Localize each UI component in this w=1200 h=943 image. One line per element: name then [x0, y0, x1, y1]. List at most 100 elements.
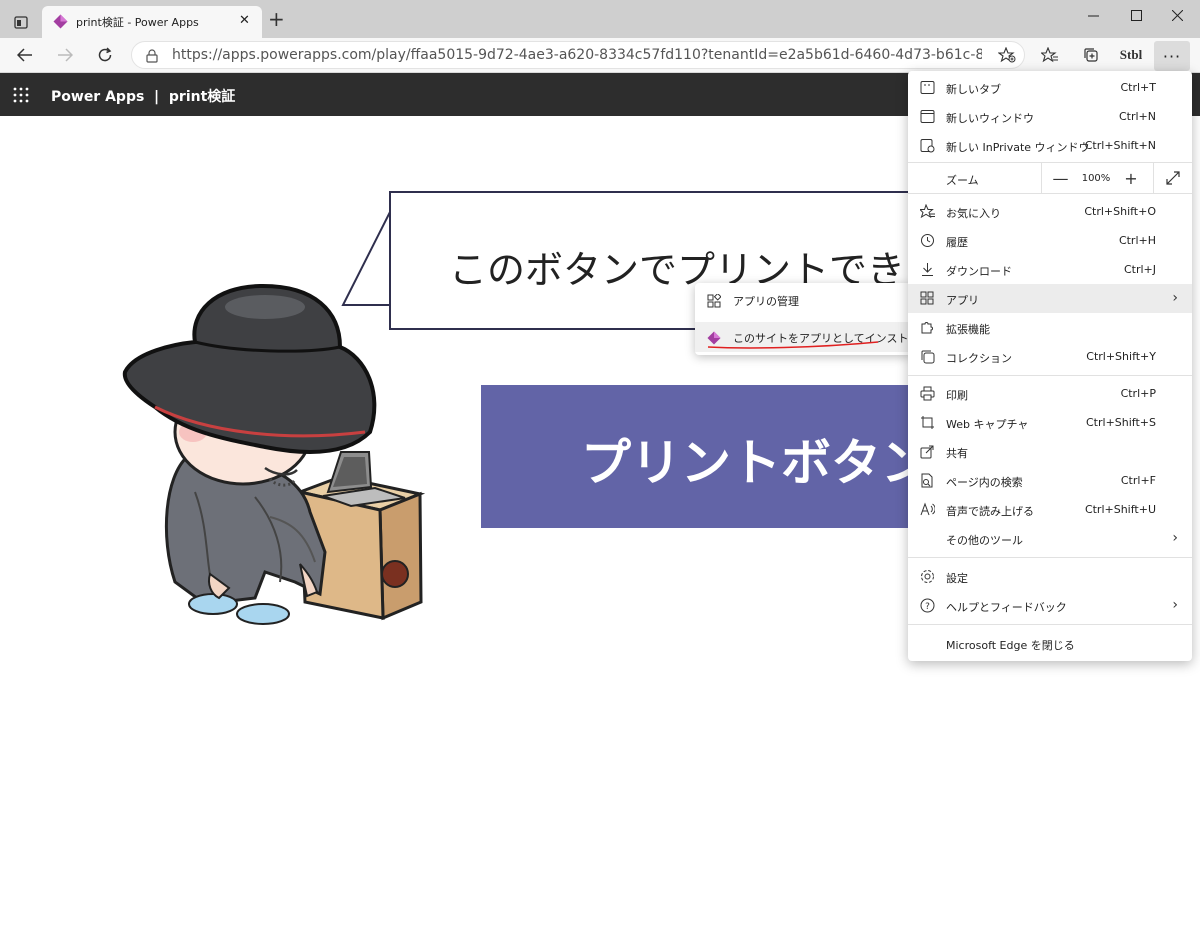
bucket-hat: [122, 283, 377, 454]
find-icon: [920, 473, 935, 488]
favorites-icon: [918, 203, 935, 219]
laptop: [322, 451, 406, 508]
menu-item-shortcut: Ctrl+H: [1118, 234, 1156, 247]
menu-item-label: コレクション: [946, 352, 1012, 365]
menu-item-shortcut: Ctrl+N: [1118, 110, 1156, 123]
menu-item-shortcut: Ctrl+P: [1120, 387, 1156, 400]
app-launcher-icon[interactable]: [13, 87, 29, 103]
extension-label: Stbl: [1119, 47, 1143, 62]
menu-item-extensions[interactable]: 拡張機能: [908, 313, 1192, 342]
menu-item-label: 共有: [946, 447, 968, 460]
menu-item-print[interactable]: 印刷 Ctrl+P: [908, 379, 1192, 408]
menu-item-downloads[interactable]: ダウンロード Ctrl+J: [908, 255, 1192, 284]
menu-item-apps[interactable]: アプリ ›: [908, 284, 1192, 313]
menu-item-settings[interactable]: 設定: [908, 562, 1192, 591]
menu-item-shortcut: Ctrl+Shift+Y: [1086, 350, 1156, 363]
menu-item-label: 新しいタブ: [946, 83, 1001, 96]
tab-active[interactable]: print検証 - Power Apps ✕: [42, 6, 262, 38]
new-window-icon: [920, 109, 935, 124]
menu-item-shortcut: Ctrl+T: [1120, 81, 1156, 94]
url-text: https://apps.powerapps.com/play/ffaa5015…: [172, 47, 982, 63]
new-tab-icon: [920, 80, 935, 95]
character-illustration: [122, 283, 426, 625]
menu-item-label: ダウンロード: [946, 265, 1012, 278]
address-bar[interactable]: https://apps.powerapps.com/play/ffaa5015…: [131, 41, 1025, 69]
menu-separator: [908, 375, 1192, 376]
menu-item-label: 新しい InPrivate ウィンドウ: [946, 141, 1090, 154]
minimize-icon[interactable]: [1070, 0, 1116, 30]
extension-stbl-icon[interactable]: Stbl: [1117, 42, 1145, 68]
menu-item-share[interactable]: 共有: [908, 437, 1192, 466]
tab-close-icon[interactable]: ✕: [239, 13, 250, 28]
menu-item-favorites[interactable]: お気に入り Ctrl+Shift+O: [908, 197, 1192, 226]
tab-title: print検証 - Power Apps: [76, 16, 199, 29]
tab-actions-icon[interactable]: [14, 14, 28, 29]
new-tab-button[interactable]: +: [268, 9, 285, 29]
print-button[interactable]: プリントボタン: [481, 385, 951, 528]
window-close-icon[interactable]: [1154, 0, 1200, 30]
menu-item-new-inprivate-window[interactable]: 新しい InPrivate ウィンドウ Ctrl+Shift+N: [908, 131, 1192, 160]
menu-item-find-on-page[interactable]: ページ内の検索 Ctrl+F: [908, 466, 1192, 495]
svg-text:?: ?: [925, 602, 930, 612]
submenu-item-label: アプリの管理: [733, 295, 799, 308]
tab-strip: print検証 - Power Apps ✕ +: [0, 0, 1200, 38]
add-favorite-icon[interactable]: [997, 46, 1016, 67]
refresh-button[interactable]: [90, 41, 120, 69]
inprivate-icon: [920, 138, 935, 153]
menu-item-read-aloud[interactable]: 音声で読み上げる Ctrl+Shift+U: [908, 495, 1192, 524]
chevron-right-icon: ›: [1172, 290, 1178, 306]
menu-item-label: 印刷: [946, 389, 968, 402]
back-button[interactable]: [10, 41, 40, 69]
menu-item-more-tools[interactable]: その他のツール ›: [908, 524, 1192, 553]
submenu-item-manage-apps[interactable]: アプリの管理: [695, 285, 912, 315]
collections-icon: [920, 349, 935, 364]
read-aloud-icon: [920, 502, 936, 517]
history-icon: [920, 233, 935, 248]
zoom-in-button[interactable]: +: [1113, 163, 1149, 193]
favorites-bar-icon[interactable]: [1036, 42, 1064, 68]
settings-icon: [920, 569, 935, 584]
collections-toolbar-icon[interactable]: [1077, 42, 1105, 68]
apps-icon: [920, 291, 935, 306]
help-icon: ?: [920, 598, 935, 613]
settings-and-more-menu: 新しいタブ Ctrl+T 新しいウィンドウ Ctrl+N 新しい InPriva…: [908, 71, 1192, 661]
menu-item-label: その他のツール: [946, 534, 1023, 547]
menu-item-shortcut: Ctrl+J: [1123, 263, 1156, 276]
menu-separator: [908, 193, 1192, 194]
menu-item-label: 音声で読み上げる: [946, 505, 1034, 518]
menu-item-shortcut: Ctrl+Shift+O: [1084, 205, 1156, 218]
menu-item-new-tab[interactable]: 新しいタブ Ctrl+T: [908, 73, 1192, 102]
menu-item-history[interactable]: 履歴 Ctrl+H: [908, 226, 1192, 255]
menu-item-help-and-feedback[interactable]: ? ヘルプとフィードバック ›: [908, 591, 1192, 620]
settings-and-more-button[interactable]: ···: [1154, 41, 1190, 71]
menu-separator: [908, 557, 1192, 558]
red-underline-annotation: [707, 341, 879, 349]
share-icon: [920, 444, 935, 459]
menu-item-collections[interactable]: コレクション Ctrl+Shift+Y: [908, 342, 1192, 371]
download-icon: [920, 262, 935, 277]
menu-item-label: Web キャプチャ: [946, 418, 1029, 431]
lock-icon[interactable]: [146, 48, 158, 67]
fullscreen-icon[interactable]: [1153, 163, 1192, 193]
menu-item-web-capture[interactable]: Web キャプチャ Ctrl+Shift+S: [908, 408, 1192, 437]
menu-item-label: ページ内の検索: [946, 476, 1023, 489]
menu-item-label: ヘルプとフィードバック: [946, 601, 1067, 614]
maximize-icon[interactable]: [1113, 0, 1159, 30]
power-apps-favicon-icon: [53, 14, 68, 29]
zoom-row: ズーム — 100% +: [908, 163, 1192, 193]
forward-button[interactable]: [50, 41, 80, 69]
menu-item-close-edge[interactable]: Microsoft Edge を閉じる: [908, 629, 1192, 658]
app-title: Power Apps | print検証: [51, 89, 236, 105]
menu-item-label: 新しいウィンドウ: [946, 112, 1034, 125]
zoom-out-button[interactable]: —: [1041, 163, 1079, 193]
menu-item-shortcut: Ctrl+Shift+S: [1086, 416, 1156, 429]
extensions-icon: [920, 320, 935, 335]
menu-item-label: Microsoft Edge を閉じる: [946, 639, 1075, 652]
menu-item-new-window[interactable]: 新しいウィンドウ Ctrl+N: [908, 102, 1192, 131]
menu-item-label: お気に入り: [946, 207, 1001, 220]
zoom-value: 100%: [1081, 172, 1111, 184]
menu-separator: [908, 624, 1192, 625]
menu-item-shortcut: Ctrl+F: [1120, 474, 1156, 487]
menu-item-shortcut: Ctrl+Shift+U: [1084, 503, 1156, 516]
print-button-label: プリントボタン: [581, 435, 931, 491]
